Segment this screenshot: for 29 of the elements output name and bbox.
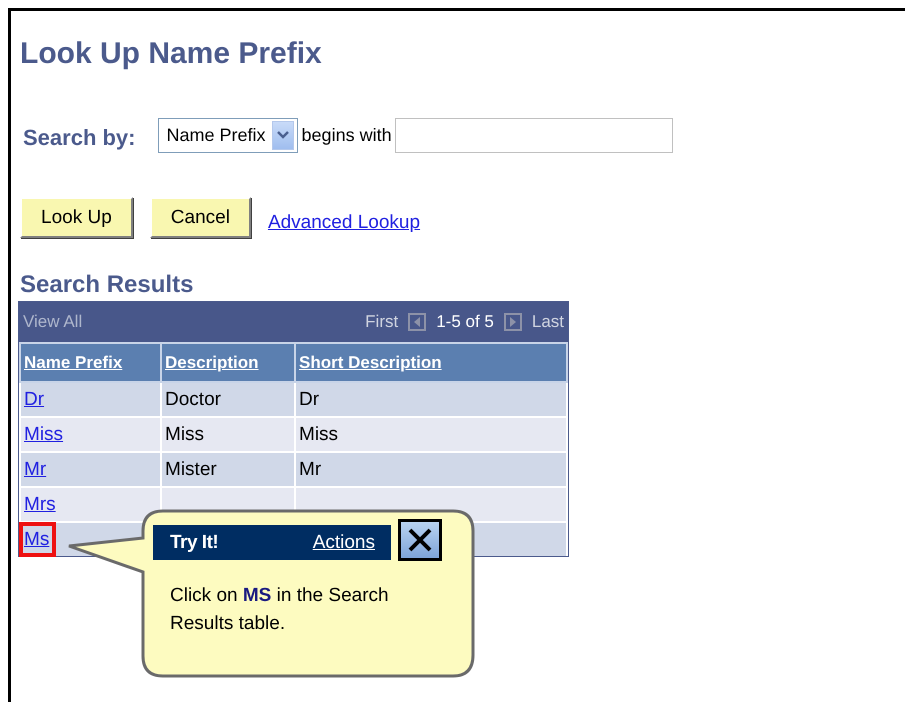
table-cell: Miss (165, 424, 204, 444)
first-link[interactable]: First (365, 312, 398, 332)
table-cell: Dr (299, 388, 320, 410)
section-title: Search Results (20, 271, 194, 300)
close-button[interactable] (398, 519, 442, 561)
prefix-value-link[interactable]: Mrs (24, 494, 56, 514)
table-cell: Mister (165, 458, 217, 480)
operator-label: begins with (302, 124, 392, 146)
table-cell: Miss (299, 424, 338, 444)
cancel-button[interactable]: Cancel (150, 197, 251, 238)
prefix-value-link[interactable]: Mr (24, 458, 46, 480)
page-title: Look Up Name Prefix (19, 36, 323, 72)
look-up-button[interactable]: Look Up (20, 197, 133, 238)
page-range-label: 1-5 of 5 (436, 312, 494, 332)
table-cell: Mr (299, 458, 322, 480)
prefix-value-link[interactable]: Ms (24, 528, 50, 550)
last-link[interactable]: Last (532, 312, 564, 332)
view-all-link[interactable]: View All (23, 312, 366, 332)
close-icon (407, 527, 433, 553)
callout-message: Click on MS in the Search Results table. (170, 584, 390, 636)
table-cell: Doctor (165, 388, 221, 410)
actions-link[interactable]: Actions (312, 532, 375, 554)
search-field-select[interactable]: Name Prefix (158, 118, 298, 152)
search-value-field[interactable] (394, 118, 673, 152)
advanced-lookup-link[interactable]: Advanced Lookup (268, 212, 420, 234)
search-by-label: Search by: (23, 125, 136, 151)
prefix-value-link[interactable]: Miss (24, 424, 64, 444)
prefix-value-link[interactable]: Dr (24, 388, 44, 410)
callout-title: Try It! (170, 532, 218, 554)
